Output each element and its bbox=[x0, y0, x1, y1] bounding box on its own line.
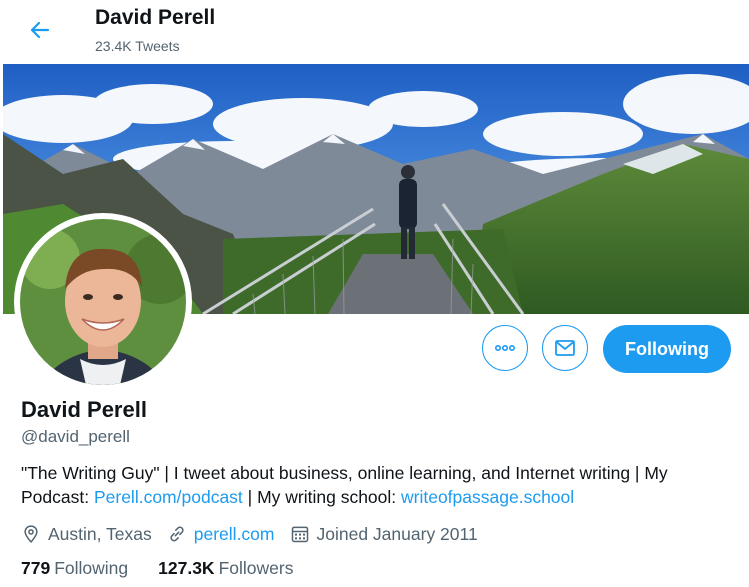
joined-text: Joined January 2011 bbox=[316, 523, 478, 544]
following-label: Following bbox=[54, 558, 129, 578]
profile-name: David Perell bbox=[21, 397, 147, 422]
top-bar: David Perell 23.4K Tweets bbox=[0, 0, 749, 64]
more-icon bbox=[494, 345, 515, 352]
tweet-count: 23.4K Tweets bbox=[95, 38, 180, 54]
location: Austin, Texas bbox=[21, 524, 152, 545]
message-button[interactable] bbox=[542, 325, 588, 371]
arrow-left-icon bbox=[30, 21, 50, 39]
profile-handle: @david_perell bbox=[21, 427, 130, 446]
followers-count: 127.3K bbox=[158, 558, 215, 578]
school-link[interactable]: writeofpassage.school bbox=[401, 487, 574, 507]
following-count: 779 bbox=[21, 558, 51, 578]
join-date: Joined January 2011 bbox=[290, 524, 478, 545]
avatar[interactable] bbox=[20, 219, 186, 385]
website-link[interactable]: perell.com bbox=[194, 524, 275, 545]
profile-bio: "The Writing Guy" | I tweet about busine… bbox=[21, 461, 736, 509]
following-button[interactable]: Following bbox=[603, 325, 731, 373]
profile-stats: 779 Following 127.3K Followers bbox=[21, 558, 323, 579]
more-button[interactable] bbox=[482, 325, 528, 371]
location-icon bbox=[24, 525, 38, 544]
mail-icon bbox=[555, 340, 575, 356]
profile-meta: Austin, Texas perell.com Joined January … bbox=[21, 522, 493, 546]
followers-stat[interactable]: 127.3K Followers bbox=[158, 558, 293, 579]
header-name: David Perell bbox=[95, 6, 216, 29]
bio-text: | My writing school: bbox=[242, 487, 401, 507]
website[interactable]: perell.com bbox=[167, 524, 275, 545]
location-text: Austin, Texas bbox=[48, 523, 152, 544]
podcast-link[interactable]: Perell.com/podcast bbox=[94, 487, 243, 507]
calendar-icon bbox=[291, 526, 308, 543]
link-icon bbox=[170, 526, 184, 542]
followers-label: Followers bbox=[218, 558, 294, 578]
following-stat[interactable]: 779 Following bbox=[21, 558, 128, 579]
back-button[interactable] bbox=[20, 12, 60, 48]
